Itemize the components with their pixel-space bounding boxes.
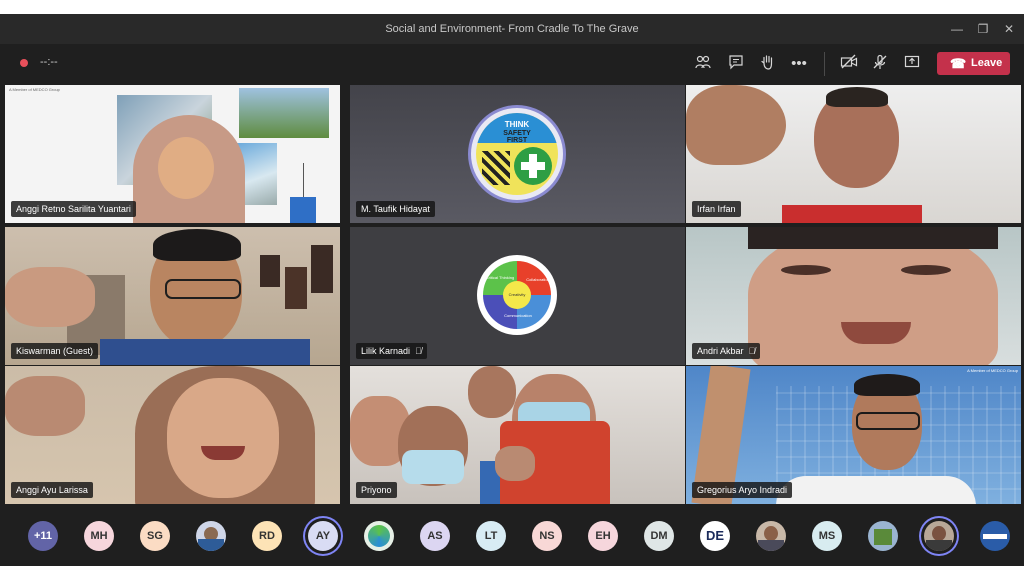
avatar-initials[interactable]: NS	[532, 521, 562, 551]
participant-hair	[854, 374, 920, 396]
more-options-icon[interactable]: •••	[788, 54, 810, 74]
hazard-stripes	[482, 151, 510, 185]
chat-icon[interactable]	[725, 54, 747, 74]
face-mask	[402, 450, 464, 484]
participant-shirt	[782, 205, 922, 223]
meeting-timer: --:--	[40, 56, 58, 68]
raise-hand-icon[interactable]	[756, 54, 778, 74]
raised-fist	[686, 85, 786, 165]
participants-icon[interactable]	[692, 54, 714, 74]
raised-fist	[495, 446, 535, 481]
avatar-photo[interactable]	[196, 521, 226, 551]
eye	[781, 265, 831, 275]
participant-shirt	[100, 339, 310, 365]
avatar-photo[interactable]	[756, 521, 786, 551]
mic-muted-icon: 🎙̸	[748, 346, 756, 356]
waving-hand	[5, 267, 95, 327]
badge-text-safety: SAFETY	[503, 130, 531, 137]
avatar-initials[interactable]: MS	[812, 521, 842, 551]
eye	[901, 265, 951, 275]
participant-face	[468, 366, 516, 418]
close-icon[interactable]: ✕	[997, 18, 1021, 40]
participant-hair	[826, 87, 888, 107]
slide-photo-forest	[239, 88, 329, 138]
leave-button[interactable]: ☎ Leave	[937, 52, 1010, 75]
cross-gear-icon	[514, 147, 552, 185]
video-tile-lilik[interactable]: Critical Thinking Collaboration Communic…	[350, 227, 685, 365]
avatar-initials[interactable]: SG	[140, 521, 170, 551]
recording-icon	[20, 59, 28, 67]
avatar-photo[interactable]	[868, 521, 898, 551]
badge-text-first: FIRST	[506, 137, 528, 144]
meeting-window: Social and Environment- From Cradle To T…	[0, 14, 1024, 566]
participant-name: Kiswarman (Guest)	[11, 343, 99, 359]
avatar-initials[interactable]: EH	[588, 521, 618, 551]
mic-muted-icon: 🎙̸	[415, 346, 422, 356]
slide-blue-box	[290, 197, 316, 223]
glasses	[856, 412, 920, 430]
wall-frame	[311, 245, 333, 293]
meeting-toolbar: --:-- ••• ☎ Leave	[0, 44, 1024, 84]
avatar-logo[interactable]: DE	[700, 521, 730, 551]
video-tile-irfan[interactable]: Irfan Irfan	[686, 85, 1021, 223]
glasses	[165, 279, 241, 299]
participant-roster: +11 MH SG RD AY AS LT NS EH DM DE MS	[0, 510, 1024, 566]
participant-name: Anggi Retno Sarilita Yuantari	[11, 201, 136, 217]
avatar-photo[interactable]	[364, 521, 394, 551]
participant-name: M. Taufik Hidayat	[356, 201, 435, 217]
video-tile-priyono[interactable]: Priyono	[350, 366, 685, 504]
participant-shirt	[776, 476, 976, 504]
participant-hair	[153, 229, 241, 261]
avatar-badge-safety: THINK SAFETY FIRST	[471, 108, 563, 200]
wall-frame	[260, 255, 280, 287]
video-tile-gregorius[interactable]: A Member of MEDCO Group Gregorius Aryo I…	[686, 366, 1021, 504]
maximize-icon[interactable]: ❐	[971, 18, 995, 40]
video-tile-taufik[interactable]: THINK SAFETY FIRST M. Taufik Hidayat	[350, 85, 685, 223]
avatar-photo[interactable]	[980, 521, 1010, 551]
participant-face	[167, 378, 279, 498]
video-tile-andri[interactable]: Andri Akbar 🎙̸	[686, 227, 1021, 365]
camera-off-icon[interactable]	[838, 54, 860, 74]
participant-name: Gregorius Aryo Indradi	[692, 482, 793, 498]
mouth	[841, 322, 911, 344]
avatar-initials-speaking[interactable]: AY	[308, 521, 338, 551]
avatar-logo-4c: Critical Thinking Collaboration Communic…	[477, 255, 557, 335]
participant-name: Lilik Karnadi 🎙̸	[356, 343, 427, 359]
avatar-initials[interactable]: LT	[476, 521, 506, 551]
badge-text-think: THINK	[504, 120, 530, 129]
participant-face	[158, 137, 214, 199]
participant-hair	[748, 227, 998, 249]
share-screen-icon[interactable]	[901, 54, 923, 74]
participant-name: Priyono	[356, 482, 397, 498]
video-tile-anggi-ayu[interactable]: Anggi Ayu Larissa	[5, 366, 340, 504]
avatar-initials[interactable]: AS	[420, 521, 450, 551]
phone-icon: ☎	[950, 56, 967, 71]
waving-hand	[5, 376, 85, 436]
video-tile-kiswarman[interactable]: Kiswarman (Guest)	[5, 227, 340, 365]
mic-off-icon[interactable]	[869, 54, 891, 74]
participant-name: Andri Akbar 🎙̸	[692, 343, 761, 359]
avatar-initials[interactable]: MH	[84, 521, 114, 551]
avatar-initials[interactable]: RD	[252, 521, 282, 551]
minimize-icon[interactable]: —	[945, 18, 969, 40]
toolbar-divider	[824, 52, 825, 76]
participant-name: Anggi Ayu Larissa	[11, 482, 93, 498]
participant-name: Irfan Irfan	[692, 201, 741, 217]
avatar-initials[interactable]: DM	[644, 521, 674, 551]
video-tile-anggi-retno[interactable]: A Member of MEDCO Group Anggi Retno Sari…	[5, 85, 340, 223]
title-bar: Social and Environment- From Cradle To T…	[0, 14, 1024, 44]
overflow-count[interactable]: +11	[28, 521, 58, 551]
wall-frame	[285, 267, 307, 309]
window-title: Social and Environment- From Cradle To T…	[385, 23, 639, 35]
slide-header: A Member of MEDCO Group	[9, 87, 60, 92]
avatar-photo-speaking[interactable]	[924, 521, 954, 551]
